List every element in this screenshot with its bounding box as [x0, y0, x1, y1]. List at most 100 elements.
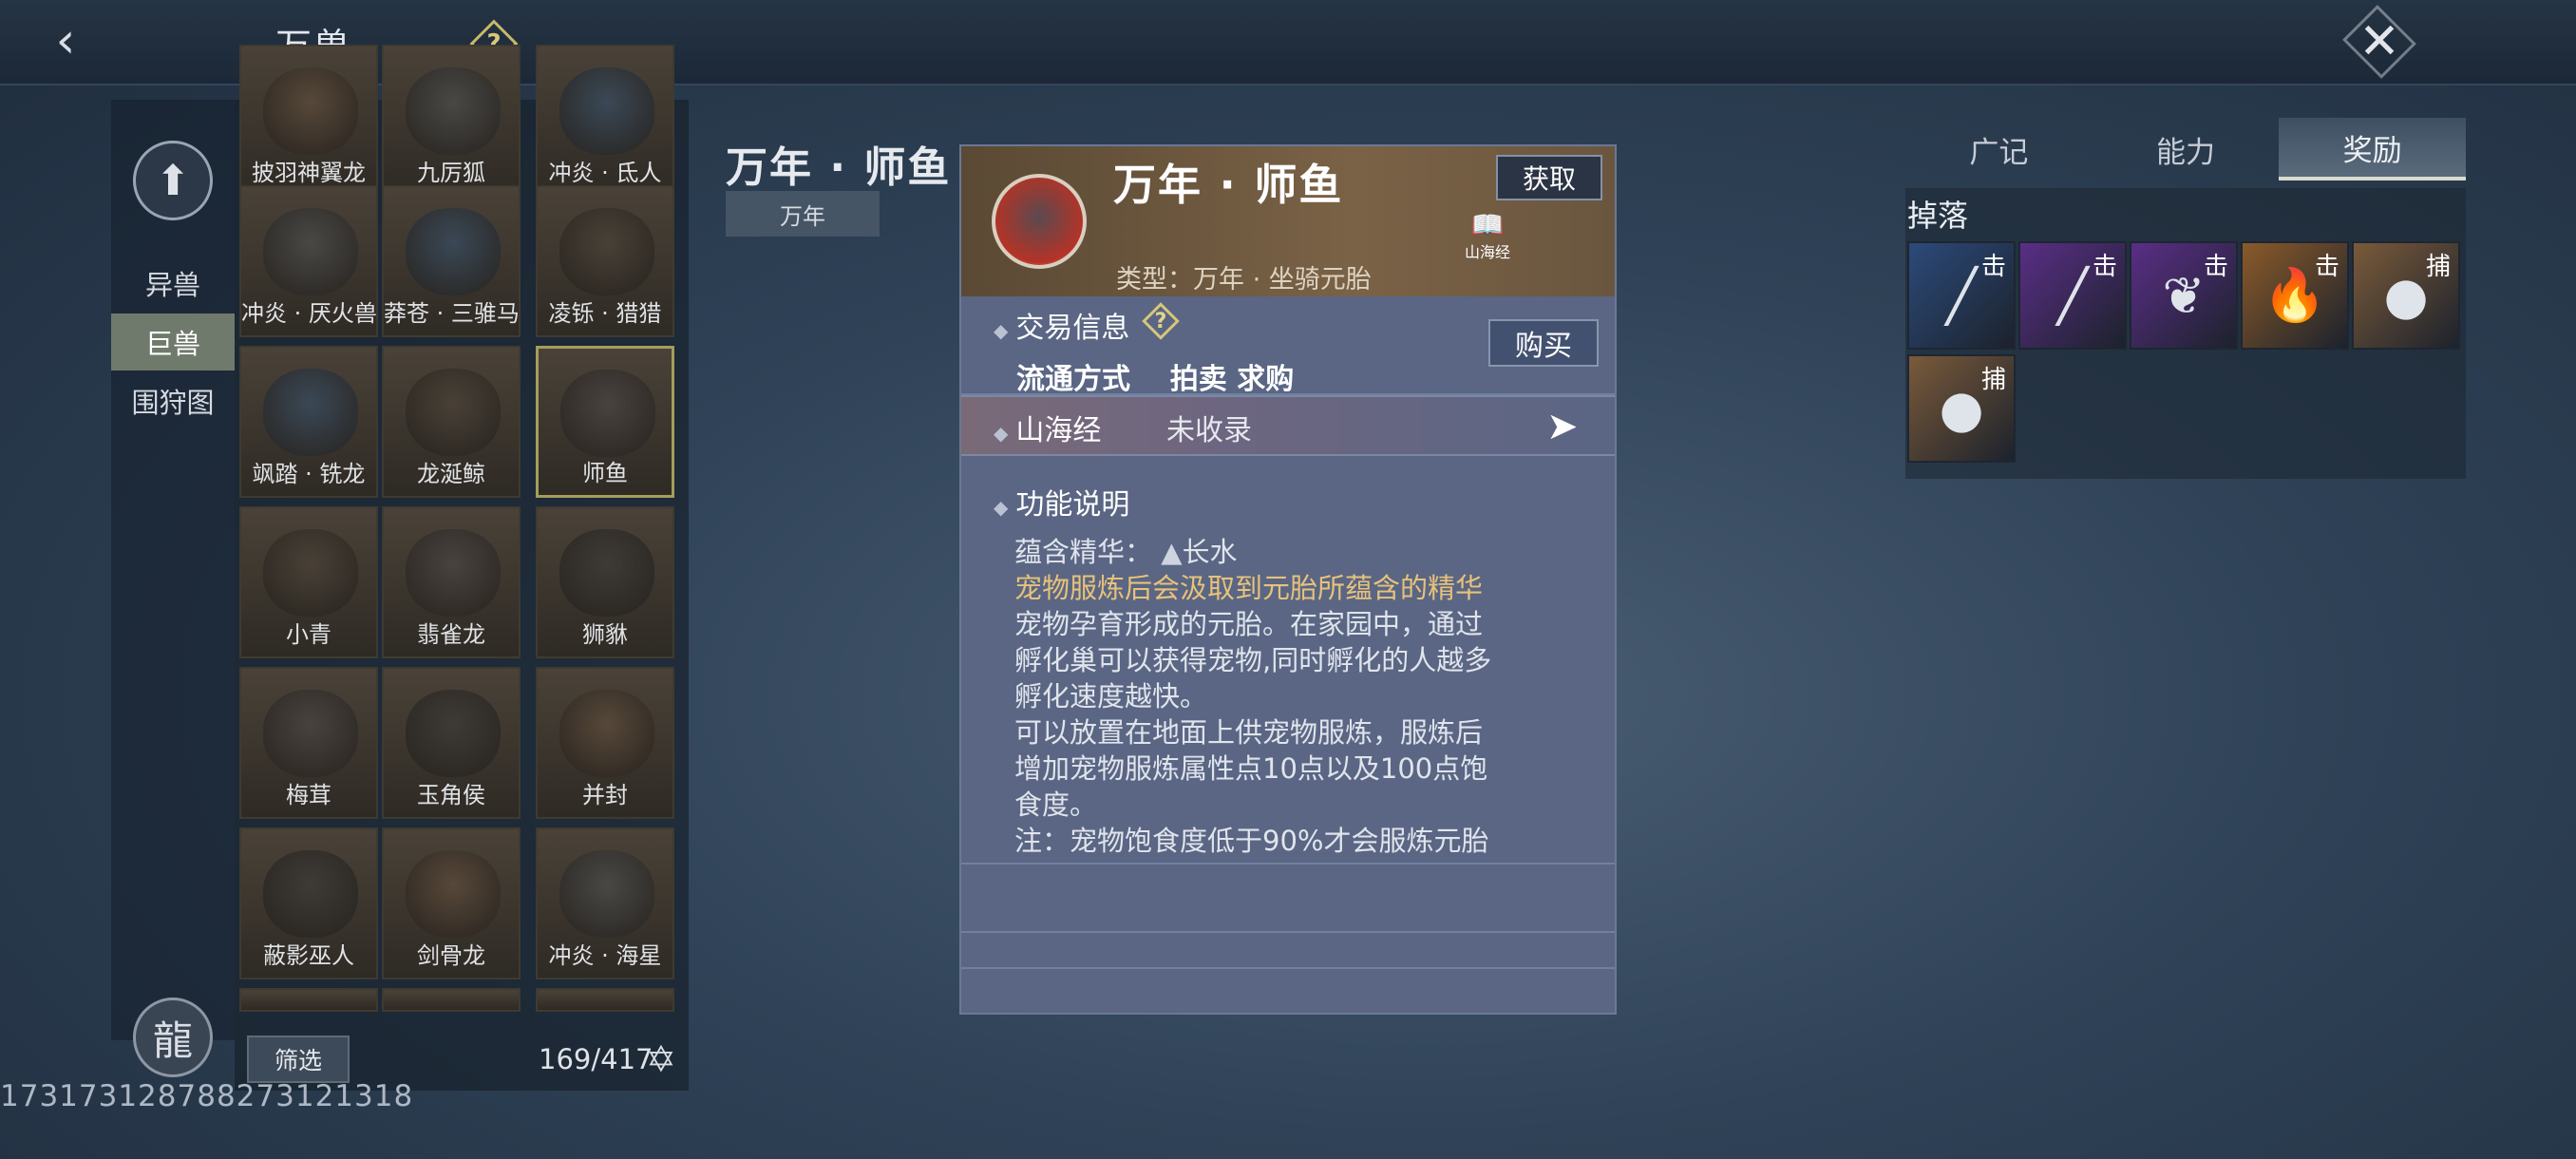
close-icon[interactable]: ✕ — [2342, 8, 2416, 76]
beast-portrait — [263, 369, 358, 456]
diamond-bullet-icon: ◆ — [994, 319, 1009, 342]
shanhaijing-book-icon[interactable]: 📖 山海经 — [1459, 211, 1516, 266]
diamond-bullet-icon: ◆ — [994, 496, 1009, 519]
drop-item[interactable]: ❦ 击 — [2130, 241, 2238, 350]
beast-portrait — [559, 690, 654, 777]
book-label: 山海经 — [1464, 243, 1510, 261]
tab-guangji[interactable]: 广记 — [1905, 118, 2093, 180]
beast-card[interactable]: 剑骨龙 — [382, 827, 521, 979]
tab-jiangli[interactable]: 奖励 — [2279, 118, 2467, 180]
beast-name: 九厉狐 — [417, 160, 485, 186]
beast-name: 梅茸 — [286, 782, 331, 808]
category-weishoutu[interactable]: 围狩图 — [111, 372, 235, 429]
drop-item[interactable]: ╱ 击 — [2018, 241, 2127, 350]
essence-effect: 宠物服炼后会汲取到元胎所蕴含的精华 — [1014, 572, 1484, 604]
beast-portrait — [406, 529, 501, 617]
beast-card[interactable]: 梅茸 — [239, 667, 378, 819]
beast-name: 并封 — [582, 782, 628, 808]
paper-plane-icon[interactable]: ➤ — [1546, 405, 1579, 448]
trade-info-label: 交易信息 — [1015, 312, 1130, 345]
beast-card[interactable]: 蔽影巫人 — [239, 827, 378, 979]
desc-line-7: 注：宠物饱食度低于90%才会服炼元胎 — [1014, 825, 1489, 857]
beast-card[interactable]: 并封 — [536, 667, 674, 819]
drop-item[interactable]: ╱ 击 — [1907, 241, 2016, 350]
beast-portrait — [406, 208, 501, 295]
beast-card[interactable]: 冲炎 · 氐人 — [536, 45, 674, 197]
beast-name: 冲炎 · 海星 — [548, 942, 662, 969]
drop-source-tag: 击 — [2092, 253, 2117, 281]
drop-source-tag: 捕 — [1980, 366, 2006, 394]
beast-portrait — [263, 690, 358, 777]
item-name: 万年 · 师鱼 — [1113, 160, 1344, 210]
shanhaijing-label: 山海经 — [1015, 414, 1102, 447]
shanhaijing-status: 未收录 — [1166, 414, 1252, 447]
beast-portrait — [559, 529, 654, 617]
function-title: ◆ 功能说明 — [994, 481, 1129, 522]
buy-button[interactable]: 购买 — [1488, 319, 1599, 367]
trade-help-glyph: ? — [1154, 309, 1167, 333]
beast-card[interactable]: 小青 — [239, 506, 378, 658]
beast-card[interactable]: 飒踏 · 铣龙 — [239, 346, 378, 498]
beast-card[interactable] — [382, 988, 521, 1012]
dragon-emblem-icon[interactable]: 龍 — [133, 998, 213, 1077]
beast-card[interactable]: 凌铄 · 猎猎 — [536, 185, 674, 337]
essence-value: 长水 — [1182, 536, 1238, 568]
beast-portrait — [559, 208, 654, 295]
category-sidebar — [111, 100, 235, 1040]
trade-help-icon[interactable]: ? — [1142, 302, 1180, 340]
beast-grid: 披羽神翼龙 九厉狐 冲炎 · 氐人冲炎 · 厌火兽 莽苍 · 三骓马 凌铄 · 猎猎飒踏… — [235, 45, 689, 1091]
beast-tier-badge: 万年 — [726, 191, 880, 237]
beast-portrait — [263, 850, 358, 938]
info-tabs: 广记 能力 奖励 — [1905, 118, 2467, 180]
beast-name: 披羽神翼龙 — [252, 160, 366, 186]
beast-name: 剑骨龙 — [417, 942, 485, 969]
drop-item[interactable]: ● 捕 — [2352, 241, 2460, 350]
drop-item[interactable]: 🔥 击 — [2241, 241, 2349, 350]
beast-card[interactable] — [239, 988, 378, 1012]
desc-line-2: 孵化巢可以获得宠物,同时孵化的人越多 — [1014, 644, 1492, 676]
trade-method: 流通方式 拍卖 求购 — [1016, 363, 1295, 396]
category-yishou[interactable]: 异兽 — [111, 255, 235, 312]
beast-card[interactable] — [536, 988, 674, 1012]
beast-card[interactable]: 九厉狐 — [382, 45, 521, 197]
beast-card[interactable]: 莽苍 · 三骓马 — [382, 185, 521, 337]
filter-button[interactable]: 筛选 — [247, 1036, 350, 1083]
desc-line-4: 可以放置在地面上供宠物服炼，服炼后 — [1014, 716, 1484, 749]
beast-card[interactable]: 冲炎 · 厌火兽 — [239, 185, 378, 337]
back-button[interactable]: ‹ — [27, 8, 104, 74]
drop-source-tag: 捕 — [2425, 253, 2451, 281]
beast-portrait — [263, 529, 358, 617]
beast-name: 蔽影巫人 — [263, 942, 354, 969]
tab-nengli[interactable]: 能力 — [2093, 118, 2280, 180]
beast-name: 莽苍 · 三骓马 — [384, 300, 520, 327]
mountain-icon: ▲ — [1161, 536, 1183, 568]
beast-portrait — [406, 850, 501, 938]
beast-name: 飒踏 · 铣龙 — [252, 461, 366, 487]
drop-source-tag: 击 — [2203, 253, 2228, 281]
drops-title: 掉落 — [1907, 198, 1969, 234]
desc-line-5: 增加宠物服炼属性点10点以及100点饱 — [1014, 752, 1488, 785]
shanhaijing-title: ◆ 山海经 — [994, 407, 1101, 448]
beast-card[interactable]: 师鱼 — [536, 346, 674, 498]
desc-line-3: 孵化速度越快。 — [1014, 680, 1208, 712]
beast-card[interactable]: 狮貅 — [536, 506, 674, 658]
beast-card[interactable]: 玉角侯 — [382, 667, 521, 819]
beast-name: 冲炎 · 氐人 — [548, 160, 662, 186]
beast-card[interactable]: 龙涎鲸 — [382, 346, 521, 498]
beast-card[interactable]: 冲炎 · 海星 — [536, 827, 674, 979]
diamond-bullet-icon: ◆ — [994, 422, 1009, 445]
category-jushou[interactable]: 巨兽 — [111, 314, 235, 370]
beast-portrait — [559, 850, 654, 938]
item-portrait — [992, 174, 1087, 269]
scroll-up-button[interactable]: ⬆ — [133, 141, 213, 220]
beast-name: 玉角侯 — [417, 782, 485, 808]
beast-card[interactable]: 翡雀龙 — [382, 506, 521, 658]
beast-card[interactable]: 披羽神翼龙 — [239, 45, 378, 197]
essence-label: 蕴含精华： — [1014, 536, 1153, 568]
divider — [961, 863, 1615, 864]
book-glyph: 📖 — [1470, 209, 1505, 240]
get-button[interactable]: 获取 — [1496, 155, 1602, 200]
desc-line-6: 食度。 — [1014, 788, 1098, 821]
drop-item[interactable]: ● 捕 — [1907, 354, 2016, 463]
function-label: 功能说明 — [1015, 488, 1130, 522]
